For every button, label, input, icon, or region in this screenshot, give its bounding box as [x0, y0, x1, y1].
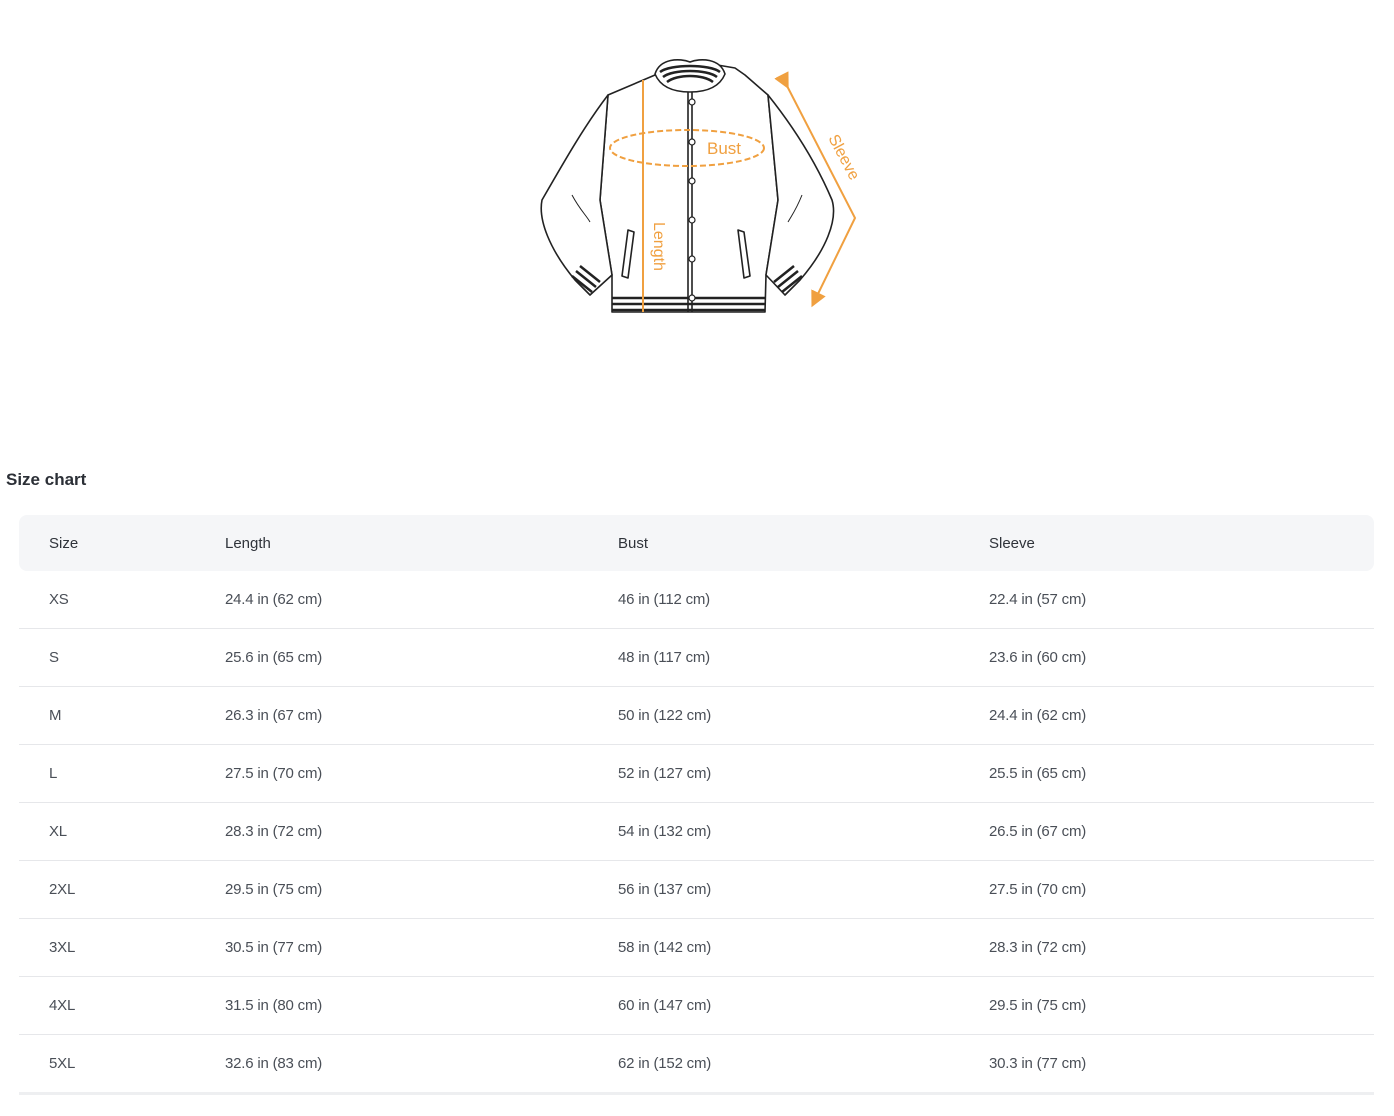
cell-length: 24.4 in (62 cm) [225, 571, 618, 629]
cell-bust: 52 in (127 cm) [618, 744, 989, 803]
table-row: XL 28.3 in (72 cm) 54 in (132 cm) 26.5 i… [19, 802, 1374, 861]
cell-bust: 58 in (142 cm) [618, 918, 989, 977]
cell-sleeve: 25.5 in (65 cm) [989, 744, 1374, 803]
table-row: XS 24.4 in (62 cm) 46 in (112 cm) 22.4 i… [19, 571, 1374, 629]
cell-bust: 62 in (152 cm) [618, 1034, 989, 1095]
cell-sleeve: 24.4 in (62 cm) [989, 686, 1374, 745]
cell-length: 25.6 in (65 cm) [225, 628, 618, 687]
table-row: 3XL 30.5 in (77 cm) 58 in (142 cm) 28.3 … [19, 918, 1374, 977]
bust-label: Bust [707, 139, 741, 158]
cell-sleeve: 27.5 in (70 cm) [989, 860, 1374, 919]
table-row: 4XL 31.5 in (80 cm) 60 in (147 cm) 29.5 … [19, 976, 1374, 1035]
table-row: 5XL 32.6 in (83 cm) 62 in (152 cm) 30.3 … [19, 1034, 1374, 1095]
cell-length: 27.5 in (70 cm) [225, 744, 618, 803]
cell-length: 32.6 in (83 cm) [225, 1034, 618, 1095]
table-header-row: Size Length Bust Sleeve [19, 515, 1374, 571]
cell-bust: 60 in (147 cm) [618, 976, 989, 1035]
size-chart-title: Size chart [6, 470, 87, 489]
sleeve-label: Sleeve [824, 132, 862, 183]
cell-sleeve: 28.3 in (72 cm) [989, 918, 1374, 977]
cell-length: 26.3 in (67 cm) [225, 686, 618, 745]
cell-bust: 56 in (137 cm) [618, 860, 989, 919]
cell-sleeve: 30.3 in (77 cm) [989, 1034, 1374, 1095]
cell-size: 3XL [19, 918, 225, 977]
cell-size: 2XL [19, 860, 225, 919]
cell-length: 29.5 in (75 cm) [225, 860, 618, 919]
cell-length: 28.3 in (72 cm) [225, 802, 618, 861]
header-bust: Bust [618, 515, 989, 571]
cell-size: 4XL [19, 976, 225, 1035]
cell-sleeve: 29.5 in (75 cm) [989, 976, 1374, 1035]
jacket-size-diagram: Bust Length Sleeve [530, 50, 870, 330]
cell-length: 31.5 in (80 cm) [225, 976, 618, 1035]
header-size: Size [19, 515, 225, 571]
cell-bust: 54 in (132 cm) [618, 802, 989, 861]
collar [654, 59, 726, 93]
table-row: L 27.5 in (70 cm) 52 in (127 cm) 25.5 in… [19, 744, 1374, 803]
table-row: S 25.6 in (65 cm) 48 in (117 cm) 23.6 in… [19, 628, 1374, 687]
cell-length: 30.5 in (77 cm) [225, 918, 618, 977]
cell-sleeve: 23.6 in (60 cm) [989, 628, 1374, 687]
cell-bust: 48 in (117 cm) [618, 628, 989, 687]
table-row: M 26.3 in (67 cm) 50 in (122 cm) 24.4 in… [19, 686, 1374, 745]
header-sleeve: Sleeve [989, 515, 1374, 571]
cell-size: 5XL [19, 1034, 225, 1095]
cell-size: L [19, 744, 225, 803]
cell-size: S [19, 628, 225, 687]
header-length: Length [225, 515, 618, 571]
length-label: Length [650, 222, 667, 271]
cell-size: XS [19, 571, 225, 629]
cell-sleeve: 26.5 in (67 cm) [989, 802, 1374, 861]
size-chart-table: Size Length Bust Sleeve XS 24.4 in (62 c… [19, 515, 1374, 1095]
cell-size: M [19, 686, 225, 745]
table-row: 2XL 29.5 in (75 cm) 56 in (137 cm) 27.5 … [19, 860, 1374, 919]
cell-bust: 50 in (122 cm) [618, 686, 989, 745]
jacket-outline [540, 61, 835, 313]
cell-size: XL [19, 802, 225, 861]
cell-bust: 46 in (112 cm) [618, 571, 989, 629]
cell-sleeve: 22.4 in (57 cm) [989, 571, 1374, 629]
